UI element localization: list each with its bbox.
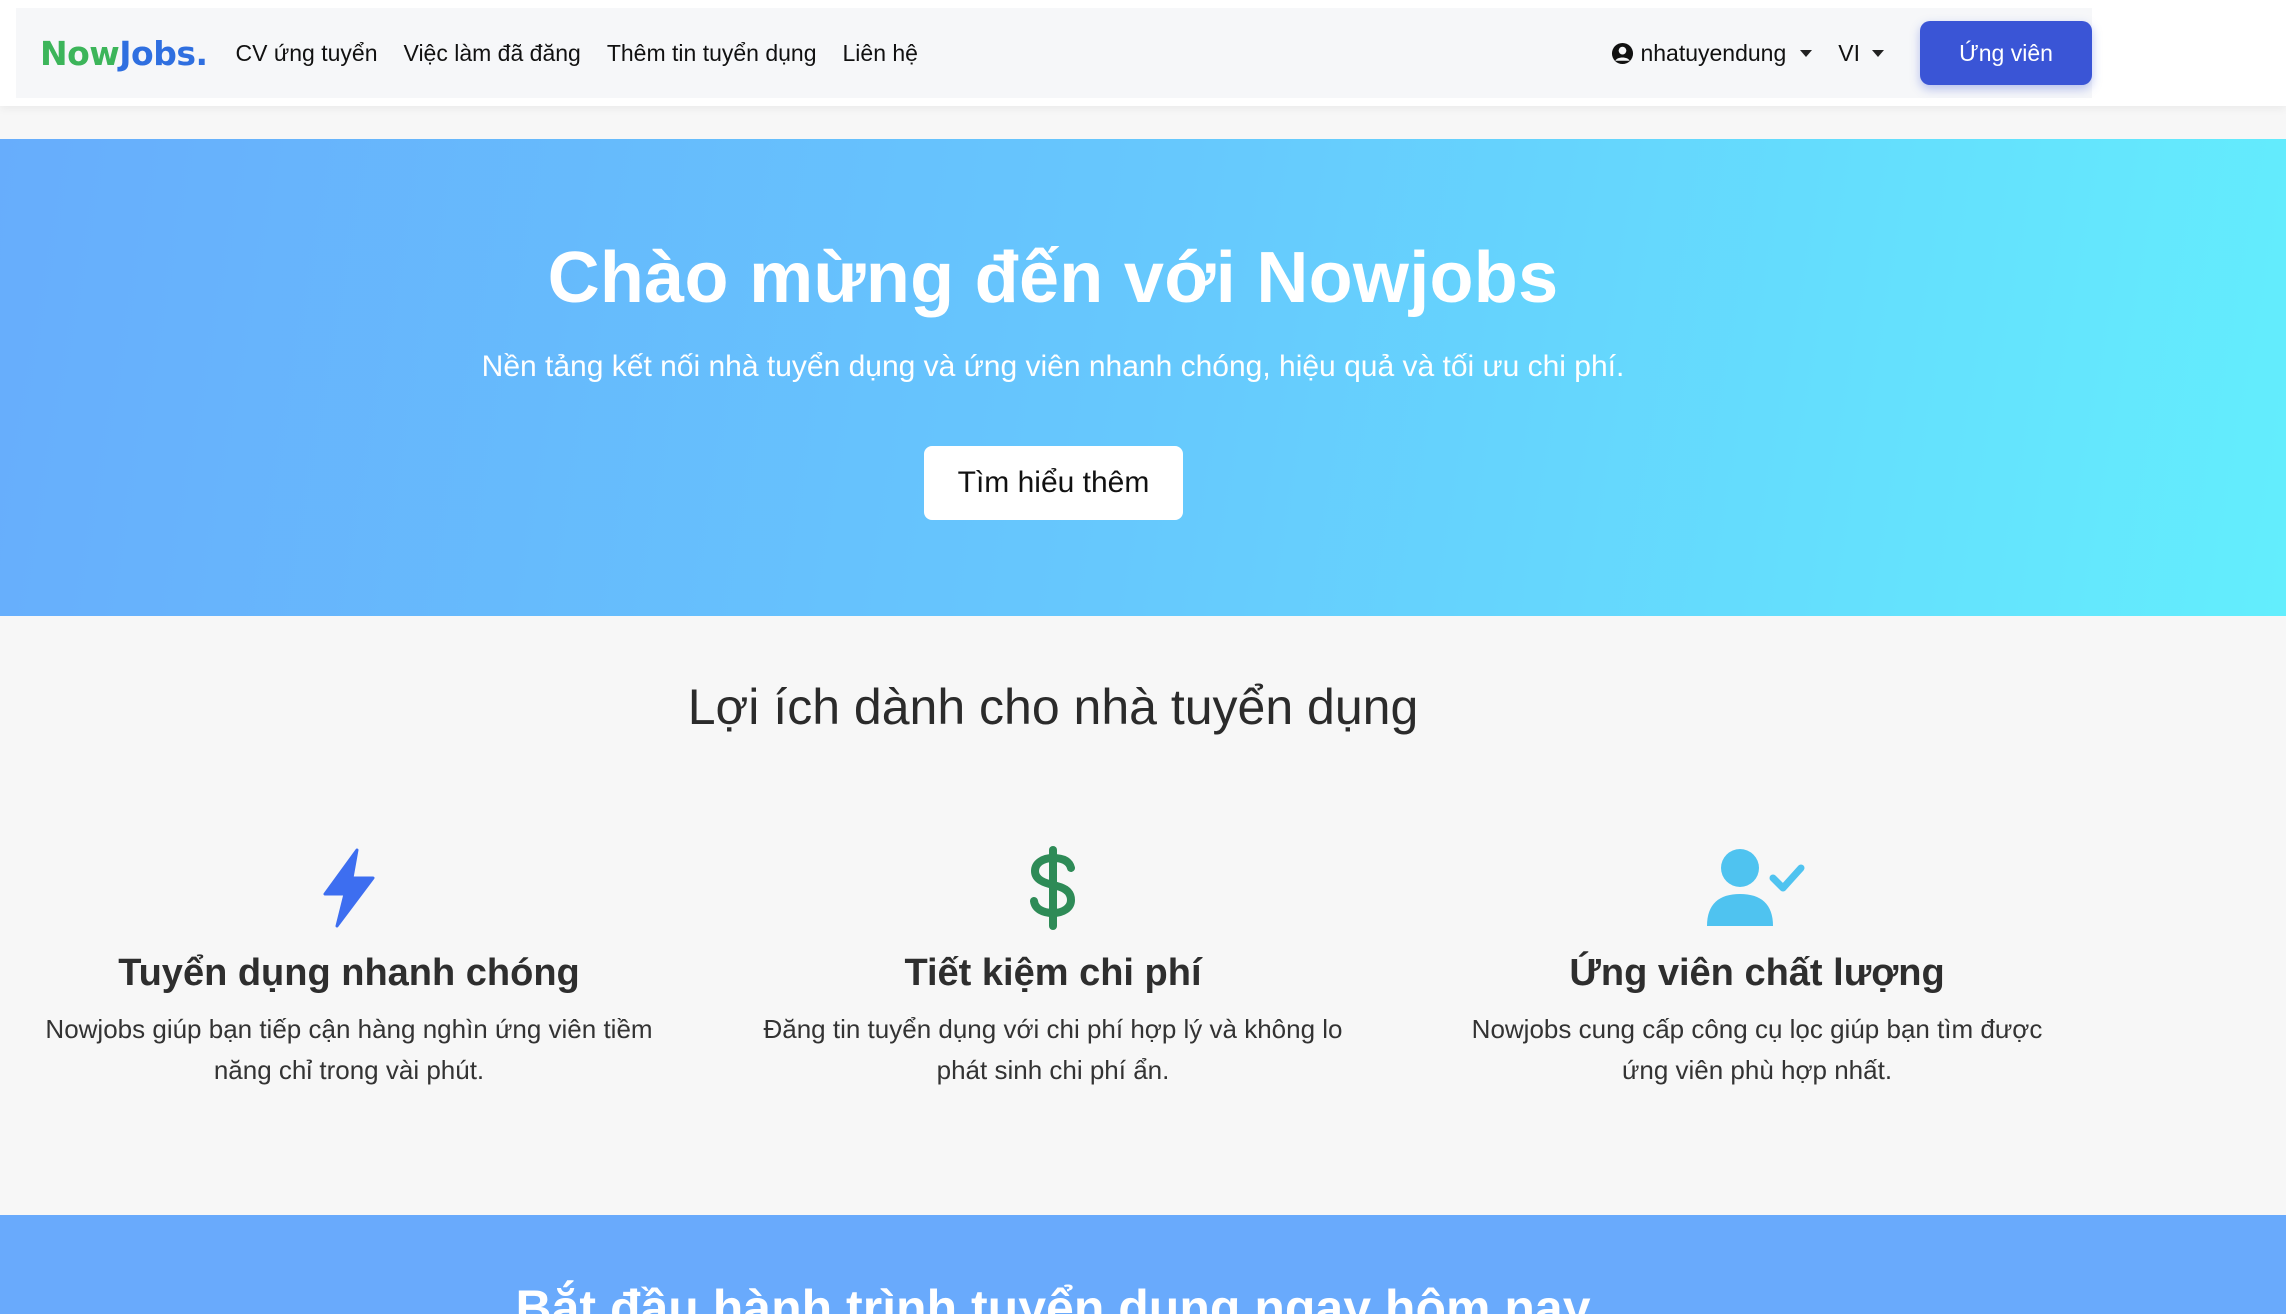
hero-subtitle: Nền tảng kết nối nhà tuyển dụng và ứng v… bbox=[481, 350, 1625, 383]
nav-link-viec-lam-da-dang[interactable]: Việc làm đã đăng bbox=[404, 40, 581, 67]
feature-card: Tuyển dụng nhanh chóng Nowjobs giúp bạn … bbox=[29, 846, 669, 1091]
brand-part-jobs: Jobs. bbox=[119, 33, 208, 73]
call-to-action-section: Bắt đầu hành trình tuyển dụng ngay hôm n… bbox=[0, 1215, 2286, 1314]
nav-link-cv-ung-tuyen[interactable]: CV ứng tuyển bbox=[236, 40, 378, 67]
feature-title: Tiết kiệm chi phí bbox=[904, 952, 1202, 994]
lightning-icon bbox=[323, 848, 375, 928]
cta-section-title: Bắt đầu hành trình tuyển dụng ngay hôm n… bbox=[515, 1280, 1591, 1314]
language-dropdown[interactable]: VI bbox=[1838, 40, 1884, 67]
language-label: VI bbox=[1838, 39, 1860, 66]
nav-links: CV ứng tuyển Việc làm đã đăng Thêm tin t… bbox=[236, 40, 944, 67]
learn-more-button[interactable]: Tìm hiểu thêm bbox=[924, 446, 1183, 520]
user-check-icon bbox=[1707, 849, 1805, 926]
nav-right: nhatuyendung VI Ứng viên bbox=[1611, 21, 2092, 85]
chevron-down-icon bbox=[1872, 49, 1884, 57]
header: Now Jobs. CV ứng tuyển Việc làm đã đăng T… bbox=[0, 0, 2286, 106]
nav-link-them-tin-tuyen-dung[interactable]: Thêm tin tuyển dụng bbox=[607, 40, 817, 67]
user-name: nhatuyendung bbox=[1640, 39, 1787, 66]
feature-title: Ứng viên chất lượng bbox=[1569, 952, 1945, 994]
feature-title: Tuyển dụng nhanh chóng bbox=[118, 952, 580, 994]
benefits-title: Lợi ích dành cho nhà tuyển dụng bbox=[687, 679, 1419, 735]
user-circle-icon bbox=[1612, 42, 1634, 64]
feature-description: Đăng tin tuyển dụng với chi phí hợp lý v… bbox=[763, 1014, 1343, 1085]
benefits-section: Lợi ích dành cho nhà tuyển dụng Tuyển dụ… bbox=[0, 616, 2286, 1216]
hero-title: Chào mừng đến với Nowjobs bbox=[547, 238, 1559, 318]
brand-part-now: Now bbox=[40, 33, 120, 73]
brand-logo[interactable]: Now Jobs. bbox=[40, 34, 208, 73]
hero-section: Chào mừng đến với Nowjobs Nền tảng kết n… bbox=[0, 139, 2286, 616]
page: Now Jobs. CV ứng tuyển Việc làm đã đăng T… bbox=[0, 0, 2286, 1314]
user-menu-dropdown[interactable]: nhatuyendung bbox=[1611, 39, 1813, 67]
chevron-down-icon bbox=[1800, 49, 1813, 57]
candidate-button[interactable]: Ứng viên bbox=[1920, 21, 2092, 85]
feature-description: Nowjobs cung cấp công cụ lọc giúp bạn tì… bbox=[1471, 1014, 2043, 1085]
navbar: Now Jobs. CV ứng tuyển Việc làm đã đăng T… bbox=[16, 8, 2092, 98]
dollar-icon bbox=[1030, 846, 1076, 930]
feature-card: Tiết kiệm chi phí Đăng tin tuyển dụng vớ… bbox=[733, 846, 1373, 1091]
feature-card: Ứng viên chất lượng Nowjobs cung cấp côn… bbox=[1437, 846, 2077, 1091]
nav-link-lien-he[interactable]: Liên hệ bbox=[843, 40, 918, 67]
feature-description: Nowjobs giúp bạn tiếp cận hàng nghìn ứng… bbox=[45, 1014, 653, 1085]
